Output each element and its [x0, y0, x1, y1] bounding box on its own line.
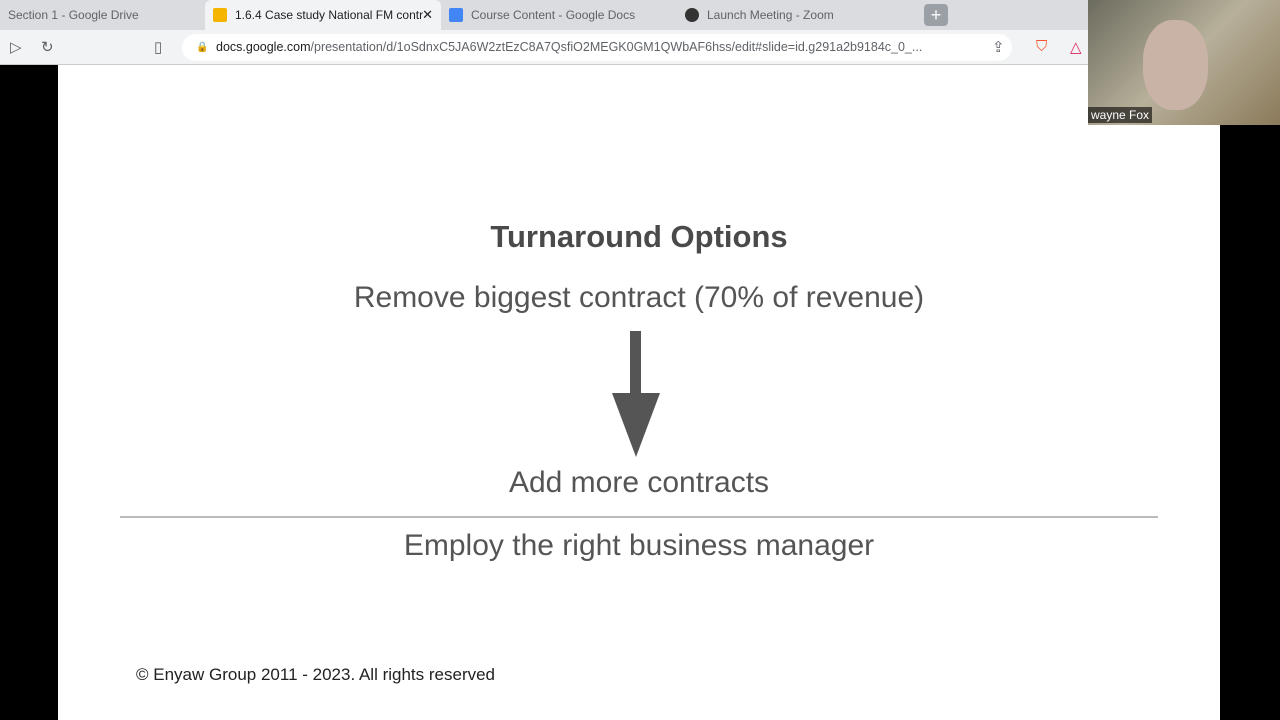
docs-icon: [449, 8, 463, 22]
lock-icon: 🔒: [196, 42, 209, 53]
url-host: docs.google.com: [216, 40, 311, 54]
brave-shield-icon[interactable]: ⛉: [1036, 38, 1047, 55]
tab-label: Launch Meeting - Zoom: [707, 8, 834, 22]
share-icon[interactable]: ⇪: [992, 38, 1005, 56]
tab-course-content[interactable]: Course Content - Google Docs: [441, 0, 677, 30]
tab-zoom[interactable]: Launch Meeting - Zoom: [677, 0, 913, 30]
divider: [120, 516, 1158, 518]
participant-name: wayne Fox: [1088, 107, 1153, 123]
bookmark-icon[interactable]: ▯: [154, 38, 162, 56]
copyright: © Enyaw Group 2011 - 2023. All rights re…: [136, 665, 496, 684]
url-input[interactable]: 🔒 docs.google.com/presentation/d/1oSdnxC5…: [182, 34, 1012, 61]
slide-title: Turnaround Options: [490, 219, 788, 254]
tab-case-study[interactable]: 1.6.4 Case study National FM contr ✕: [205, 0, 441, 30]
forward-icon[interactable]: ▷: [10, 38, 22, 56]
url-path: /presentation/d/1oSdnxC5JA6W2ztEzC8A7Qsf…: [310, 40, 923, 54]
tab-label: 1.6.4 Case study National FM contr: [235, 8, 424, 22]
slide: Turnaround Options Remove biggest contra…: [58, 65, 1220, 720]
tab-bar: Section 1 - Google Drive 1.6.4 Case stud…: [0, 0, 1088, 30]
slide-line-business-manager: Employ the right business manager: [403, 529, 875, 562]
globe-icon: [685, 8, 699, 22]
slide-line-add-contracts: Add more contracts: [508, 466, 770, 499]
address-bar-row: ▷ ↻ ▯ 🔒 docs.google.com/presentation/d/1o…: [0, 30, 1088, 65]
video-thumbnail[interactable]: wayne Fox: [1088, 0, 1280, 125]
down-arrow-icon: [612, 331, 660, 457]
tab-google-drive[interactable]: Section 1 - Google Drive: [0, 0, 205, 30]
tab-label: Course Content - Google Docs: [471, 8, 636, 22]
close-tab-icon[interactable]: ✕: [422, 7, 433, 23]
participant-video: [1143, 20, 1208, 110]
slide-line-remove-contract: Remove biggest contract (70% of revenue): [353, 281, 925, 314]
tab-label: Section 1 - Google Drive: [8, 8, 139, 22]
new-tab-button[interactable]: +: [924, 4, 948, 26]
brave-rewards-icon[interactable]: △: [1070, 38, 1082, 56]
reload-icon[interactable]: ↻: [41, 38, 54, 56]
slides-icon: [213, 8, 227, 22]
